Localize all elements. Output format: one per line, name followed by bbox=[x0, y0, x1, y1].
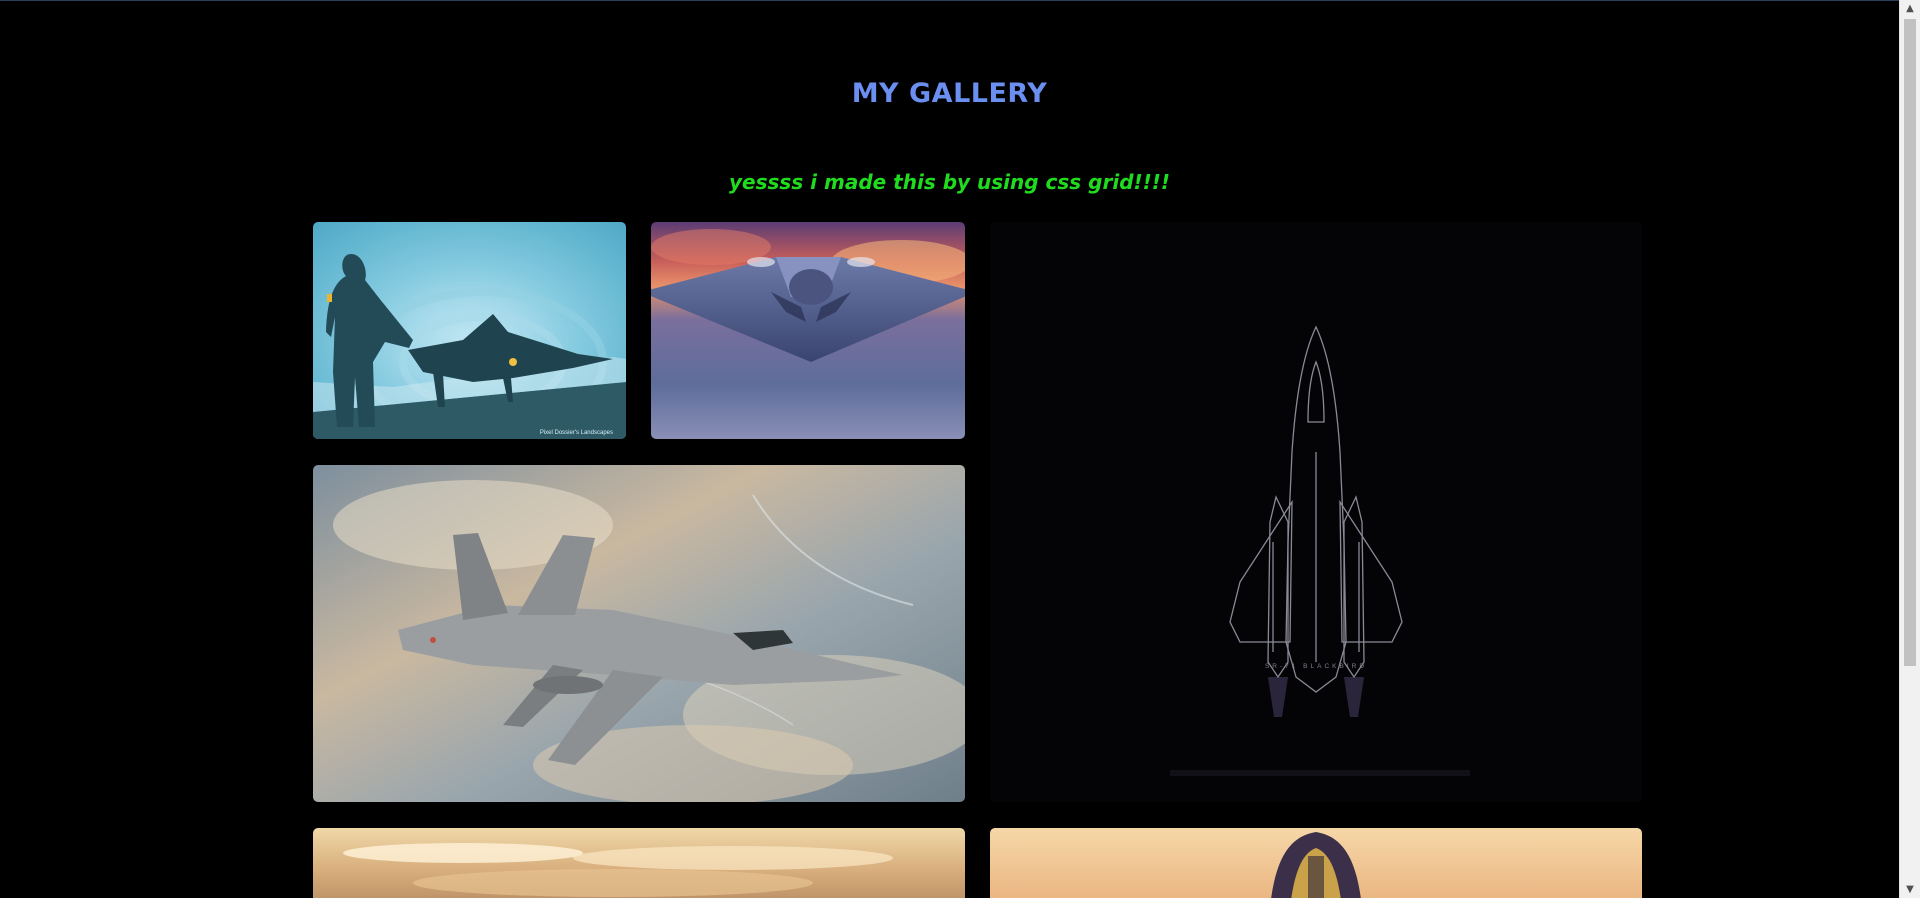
chevron-down-icon[interactable]: ▼ bbox=[1900, 881, 1920, 898]
gallery-image-3-caption: SR-71 BLACKBIRD bbox=[1265, 663, 1367, 670]
chevron-up-icon[interactable]: ▲ bbox=[1900, 0, 1920, 17]
page-subtitle: yessss i made this by using css grid!!!! bbox=[729, 170, 1170, 194]
gallery-image-2 bbox=[651, 222, 965, 439]
vertical-scrollbar[interactable]: ▲ ▼ bbox=[1899, 0, 1920, 898]
gallery-image-4 bbox=[313, 465, 965, 802]
gallery-image-5 bbox=[313, 828, 965, 898]
page: MY GALLERY yessss i made this by using c… bbox=[0, 0, 1899, 898]
gallery-image-6 bbox=[990, 828, 1642, 898]
page-title: MY GALLERY bbox=[851, 78, 1048, 109]
scrollbar-thumb[interactable] bbox=[1904, 19, 1916, 666]
gallery-image-1: Pixel Dossier's Landscapes bbox=[313, 222, 626, 439]
gallery-image-3: SR-71 BLACKBIRD bbox=[990, 222, 1642, 802]
gallery-image-1-caption: Pixel Dossier's Landscapes bbox=[540, 430, 613, 436]
